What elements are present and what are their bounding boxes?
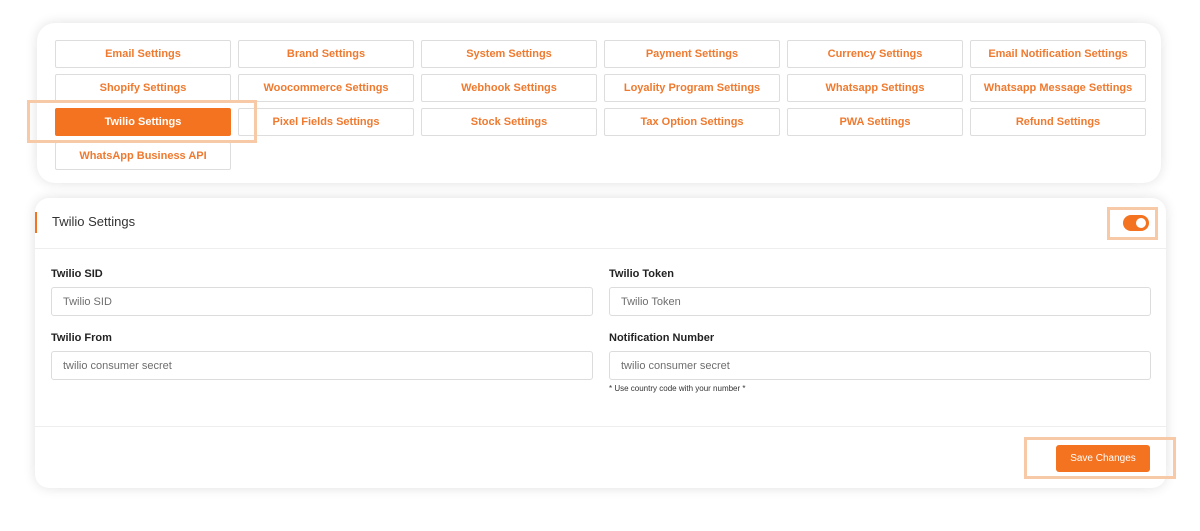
page-title: Twilio Settings: [52, 214, 136, 229]
card-footer-divider: [35, 426, 1166, 427]
tab-refund-settings[interactable]: Refund Settings: [970, 108, 1146, 136]
tab-system-settings[interactable]: System Settings: [421, 40, 597, 68]
tab-whatsapp-message-settings[interactable]: Whatsapp Message Settings: [970, 74, 1146, 102]
tab-currency-settings[interactable]: Currency Settings: [787, 40, 963, 68]
twilio-token-label: Twilio Token: [609, 268, 674, 280]
twilio-sid-input[interactable]: [51, 287, 593, 316]
tab-email-settings[interactable]: Email Settings: [55, 40, 231, 68]
tab-email-notification-settings[interactable]: Email Notification Settings: [970, 40, 1146, 68]
tab-webhook-settings[interactable]: Webhook Settings: [421, 74, 597, 102]
tab-woocommerce-settings[interactable]: Woocommerce Settings: [238, 74, 414, 102]
twilio-from-input[interactable]: [51, 351, 593, 380]
tab-pixel-fields-settings[interactable]: Pixel Fields Settings: [238, 108, 414, 136]
twilio-sid-label: Twilio SID: [51, 268, 103, 280]
tab-whatsapp-business-api[interactable]: WhatsApp Business API: [55, 142, 231, 170]
tab-whatsapp-settings[interactable]: Whatsapp Settings: [787, 74, 963, 102]
tab-pwa-settings[interactable]: PWA Settings: [787, 108, 963, 136]
notification-number-input[interactable]: [609, 351, 1151, 380]
card-header: Twilio Settings: [35, 198, 1166, 249]
tab-payment-settings[interactable]: Payment Settings: [604, 40, 780, 68]
twilio-from-label: Twilio From: [51, 332, 112, 344]
save-changes-button[interactable]: Save Changes: [1056, 445, 1150, 472]
header-accent-bar: [35, 212, 37, 233]
country-code-hint: * Use country code with your number *: [609, 384, 746, 393]
tab-stock-settings[interactable]: Stock Settings: [421, 108, 597, 136]
tab-shopify-settings[interactable]: Shopify Settings: [55, 74, 231, 102]
toggle-knob: [1136, 218, 1146, 228]
twilio-token-input[interactable]: [609, 287, 1151, 316]
enable-toggle[interactable]: [1123, 215, 1149, 231]
tab-brand-settings[interactable]: Brand Settings: [238, 40, 414, 68]
tab-loyality-program-settings[interactable]: Loyality Program Settings: [604, 74, 780, 102]
twilio-settings-card: Twilio Settings: [35, 198, 1166, 488]
tab-tax-option-settings[interactable]: Tax Option Settings: [604, 108, 780, 136]
active-tab-highlight: [27, 100, 257, 143]
notification-number-label: Notification Number: [609, 332, 715, 344]
